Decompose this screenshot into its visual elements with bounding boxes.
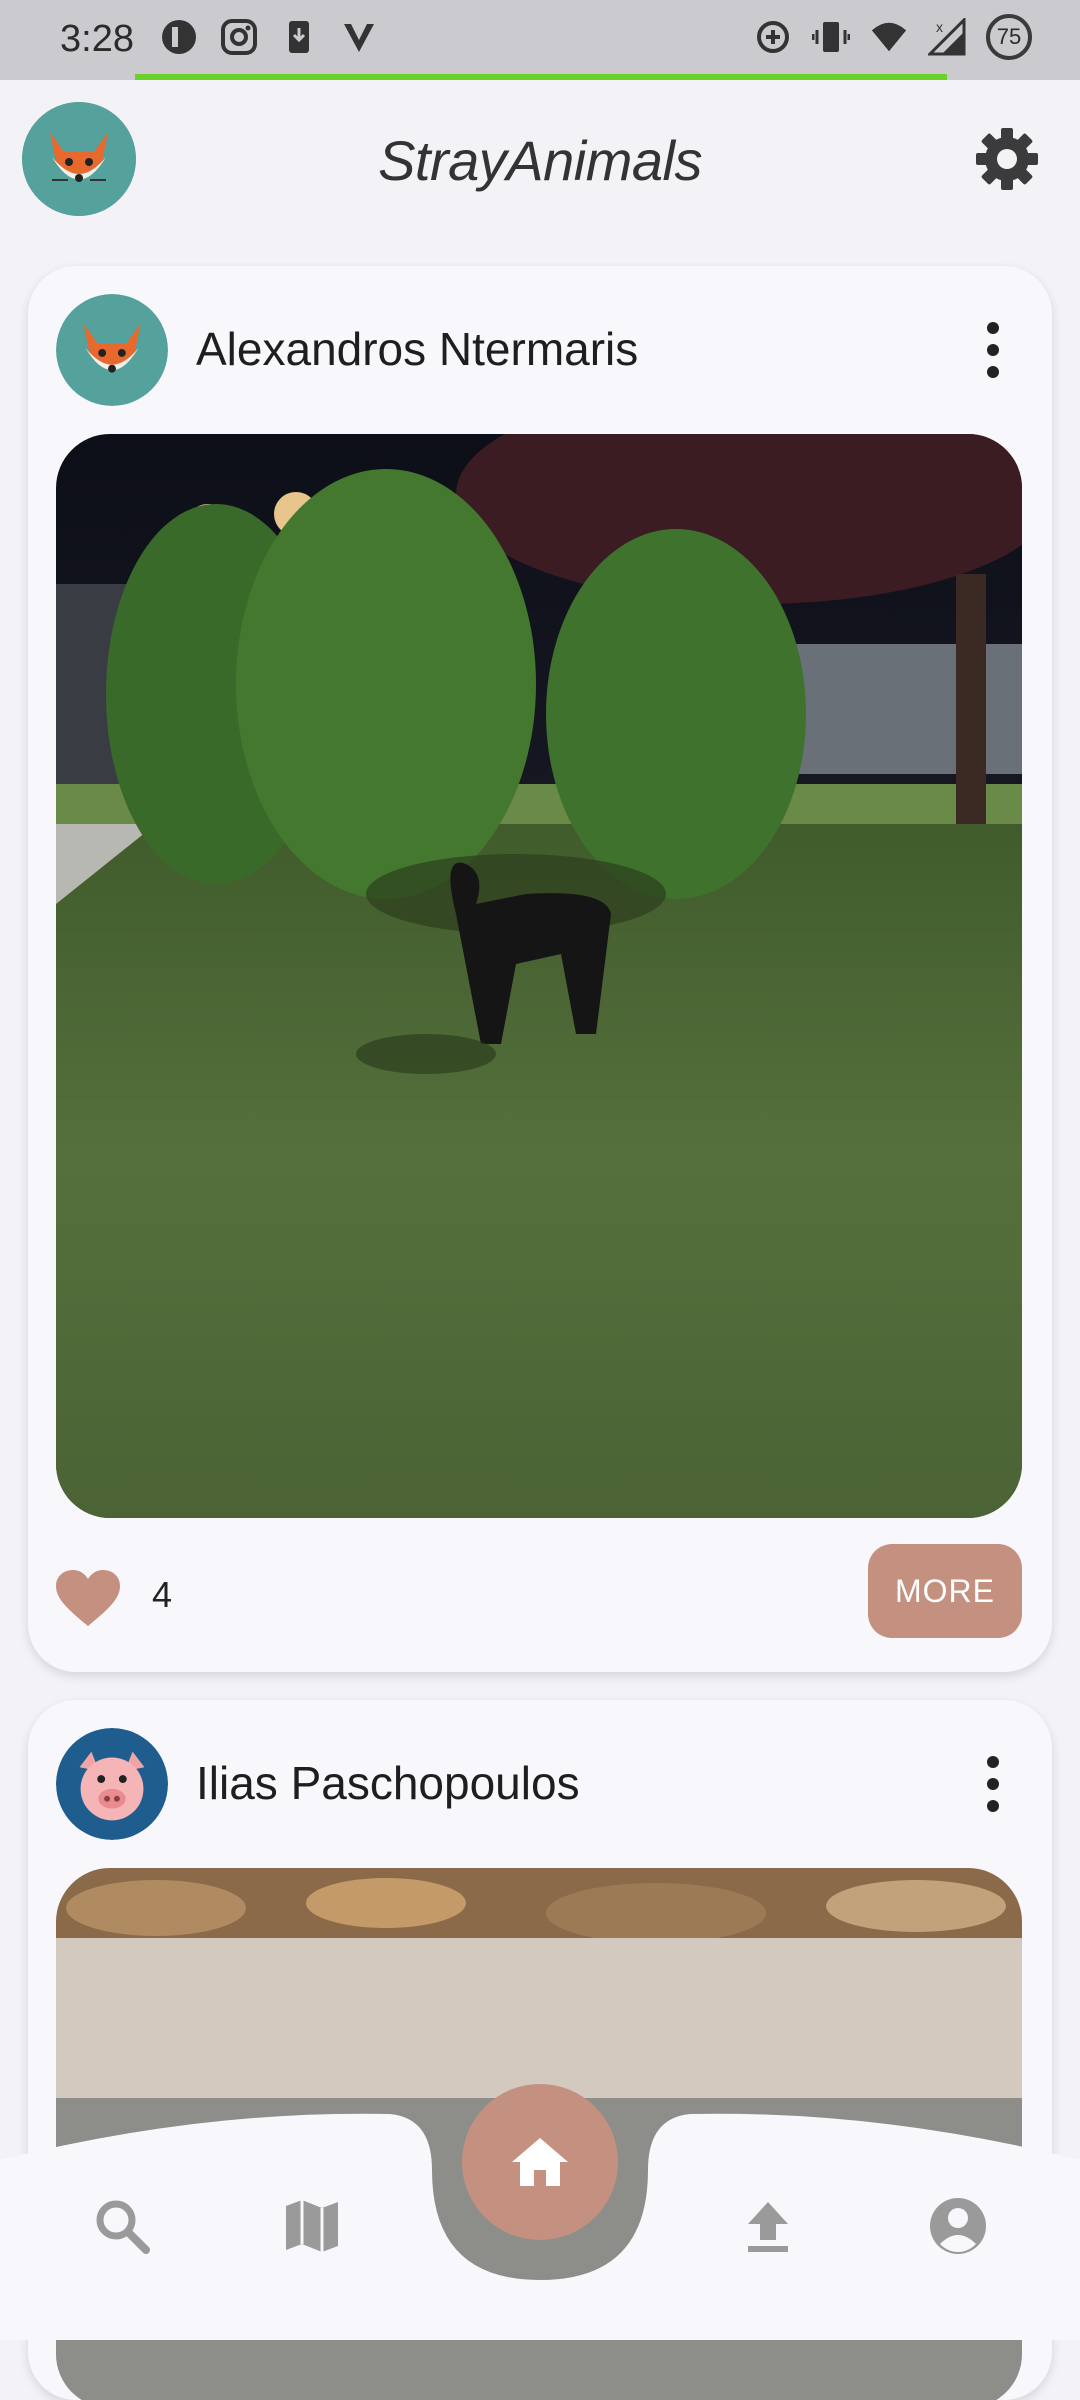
post-options-button[interactable]: [984, 1756, 1002, 1812]
signal-icon: x: [928, 18, 966, 56]
post-options-button[interactable]: [984, 322, 1002, 378]
post-actions: 4 MORE: [56, 1544, 1022, 1644]
download-icon: [280, 18, 318, 56]
author-avatar[interactable]: [56, 294, 168, 406]
upload-button[interactable]: [738, 2196, 798, 2256]
account-icon: [930, 2198, 986, 2254]
like-count: 4: [152, 1574, 173, 1615]
status-time: 3:28: [60, 18, 134, 60]
search-icon: [96, 2200, 150, 2254]
svg-text:x: x: [936, 19, 943, 35]
author-name[interactable]: Alexandros Ntermaris: [196, 322, 638, 376]
upload-icon: [748, 2202, 788, 2252]
author-name[interactable]: Ilias Paschopoulos: [196, 1756, 580, 1810]
home-icon: [512, 2138, 568, 2186]
search-button[interactable]: [92, 2196, 152, 2256]
map-button[interactable]: [282, 2196, 342, 2256]
pig-icon: [56, 1728, 168, 1840]
cat-in-park-photo: [56, 434, 1022, 1518]
post-card: Alexandros Ntermaris 4 MORE: [28, 266, 1052, 1672]
app-bar: StrayAnimals: [0, 80, 1080, 240]
app-title: StrayAnimals: [378, 129, 702, 192]
post-photo[interactable]: [56, 434, 1022, 1518]
more-vert-icon: [987, 322, 999, 334]
wifi-icon: [870, 18, 908, 56]
map-icon: [286, 2200, 338, 2252]
app-notification-icon: [160, 18, 198, 56]
data-saver-icon: [754, 18, 792, 56]
author-avatar[interactable]: [56, 1728, 168, 1840]
account-button[interactable]: [928, 2196, 988, 2256]
fox-icon: [56, 294, 168, 406]
status-bar: 3:28 x 75: [0, 0, 1080, 80]
heart-icon: [56, 1570, 120, 1626]
instagram-icon: [220, 18, 258, 56]
more-vert-icon: [987, 1756, 999, 1768]
gear-icon: [976, 128, 1038, 190]
vibrate-icon: [812, 18, 850, 56]
home-button[interactable]: [462, 2084, 618, 2240]
settings-button[interactable]: [972, 124, 1042, 194]
more-button[interactable]: MORE: [868, 1544, 1022, 1638]
battery-indicator: 75: [986, 14, 1032, 60]
like-button[interactable]: [56, 1570, 120, 1628]
v-icon: [340, 18, 378, 56]
